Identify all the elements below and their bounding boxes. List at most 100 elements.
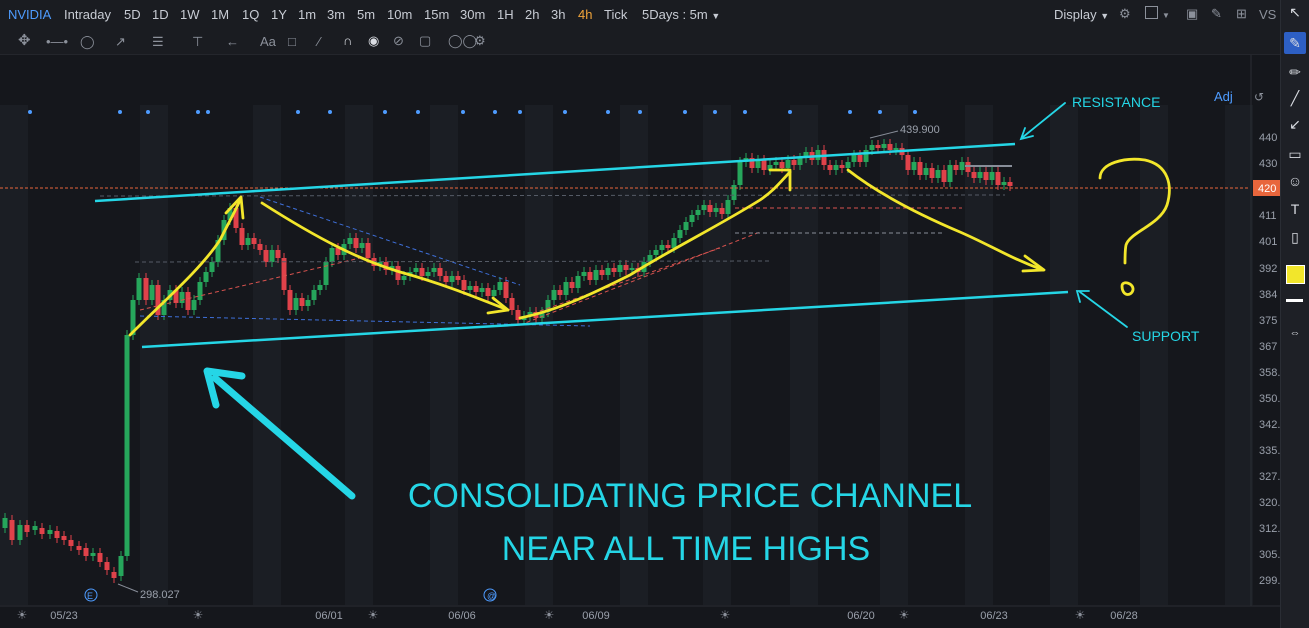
segment-tool-icon[interactable]: •—• [46,35,68,49]
candle-body [863,150,869,162]
undo-icon[interactable]: ↺ [1254,90,1264,104]
candle-body [905,155,911,170]
arrow-icon[interactable]: ↙ [1284,113,1306,135]
price-tick-label: 384 [1259,289,1277,301]
timeframe-1min[interactable]: 1m [298,7,316,22]
symbol-label[interactable]: NVIDIA [8,7,51,22]
session-band [345,105,373,605]
event-dot [118,110,122,114]
candle-body [695,210,701,215]
timeframe-15min[interactable]: 15m [424,7,449,22]
candle-body [461,280,467,290]
timeframe-1d[interactable]: 1D [152,7,169,22]
candle-body [575,276,581,288]
event-dot [743,110,747,114]
timeframe-1q[interactable]: 1Q [242,7,259,22]
timeframe-intraday[interactable]: Intraday [64,7,111,22]
pen-icon[interactable]: ✎ [1284,32,1306,54]
text-tool-icon[interactable]: Aa [260,35,276,49]
settings-icon[interactable]: ⚙ [474,34,486,48]
camera-icon[interactable]: ▣ [1186,7,1198,21]
resistance-label: RESISTANCE [1072,94,1160,110]
timeframe-2h[interactable]: 2h [525,7,539,22]
text-icon[interactable]: T [1284,198,1306,220]
candle-body [179,292,185,303]
price-tick-label: 305.954 [1259,549,1280,561]
gear-icon[interactable]: ⚙ [1119,7,1131,21]
pencil-icon[interactable]: ✎ [1211,7,1222,21]
crosshair-move-icon[interactable]: ✥ [18,33,31,48]
checkbox-icon[interactable] [1145,6,1158,19]
timeframe-30min[interactable]: 30m [460,7,485,22]
timeframe-3min[interactable]: 3m [327,7,345,22]
arrow-left-tool-icon[interactable]: ← [226,35,239,49]
line-icon[interactable]: ╱ [1284,87,1306,109]
rectangle-icon[interactable]: ▭ [1284,143,1306,165]
timeframe-1y[interactable]: 1Y [271,7,287,22]
candle-body [54,531,60,538]
cursor-icon[interactable]: ↖ [1284,1,1306,23]
yellow-path-annotations [128,157,1171,337]
candle-body [911,162,917,170]
timeframe-1m-month[interactable]: 1M [211,7,229,22]
candle-body [275,250,281,258]
event-dot [416,110,420,114]
period-select[interactable]: 5Days : 5m ▼ [642,7,720,22]
vertical-line-tool-icon[interactable]: ⊤ [192,35,203,49]
candle-body [203,272,209,282]
ellipse-tool-icon[interactable]: ◯ [80,35,95,49]
vs-button[interactable]: VS [1259,7,1276,22]
color-swatch-icon[interactable] [1286,265,1305,284]
candle-body [479,288,485,292]
link-icon[interactable]: ◯◯ [448,34,477,48]
drawing-toolbar: ✥ •—• ◯ ↗ ☰ ⊤ ← Aa □ ∕ ∩ ◉ ⊘ ▢ ◯◯ ⚙ [0,30,1280,55]
candle-body [269,250,275,262]
expand-icon[interactable]: ⇔ [1284,322,1306,344]
session-band [880,105,908,605]
candle-body [9,520,15,540]
chevron-down-icon: ▼ [1100,11,1110,21]
list-tool-icon[interactable]: ☰ [152,35,164,49]
timeframe-5d[interactable]: 5D [124,7,141,22]
timeframe-tick[interactable]: Tick [604,7,627,22]
ruler-tool-icon[interactable]: ∕ [318,35,320,49]
lock-icon[interactable]: ◉ [368,34,379,48]
display-menu[interactable]: Display ▼ [1054,7,1109,22]
price-tick-label: 342.811 [1259,419,1280,431]
event-dot [848,110,852,114]
timeframe-4h[interactable]: 4h [578,7,592,22]
event-dot [196,110,200,114]
trash-icon[interactable]: ▢ [419,34,431,48]
timeframe-10min[interactable]: 10m [387,7,412,22]
price-tick-label: 401 [1259,236,1277,248]
emoji-icon[interactable]: ☺ [1284,170,1306,192]
magnet-icon[interactable]: ∩ [343,34,352,48]
high-marker-label: 439.900 [900,124,940,136]
hide-icon[interactable]: ⊘ [393,34,404,48]
candle-body [32,526,38,530]
polyline-tool-icon[interactable]: ↗ [115,35,126,49]
stroke-width-icon[interactable] [1286,299,1303,302]
adj-label[interactable]: Adj [1214,89,1233,104]
event-dot [28,110,32,114]
timeframe-5min[interactable]: 5m [357,7,375,22]
chevron-down-icon[interactable]: ▼ [1162,9,1170,23]
candle-body [413,268,419,272]
price-chart[interactable]: RESISTANCE SUPPORT CONSOLIDATING PRICE C… [0,55,1280,628]
comment-tool-icon[interactable]: □ [288,35,296,49]
candle-body [671,238,677,248]
marker-icon[interactable]: ✏ [1284,61,1306,83]
timeframe-1h[interactable]: 1H [497,7,514,22]
resistance-line[interactable] [94,142,1016,203]
chevron-down-icon: ▼ [711,11,721,21]
candle-body [827,165,833,170]
candle-body [245,238,251,245]
event-dot [788,110,792,114]
event-dot [713,110,717,114]
timeframe-1w[interactable]: 1W [180,7,200,22]
candle-body [725,200,731,214]
timeframe-3h[interactable]: 3h [551,7,565,22]
display-label: Display [1054,7,1097,22]
grid-close-icon[interactable]: ⊞ [1236,7,1247,21]
eraser-icon[interactable]: ▯ [1284,226,1306,248]
